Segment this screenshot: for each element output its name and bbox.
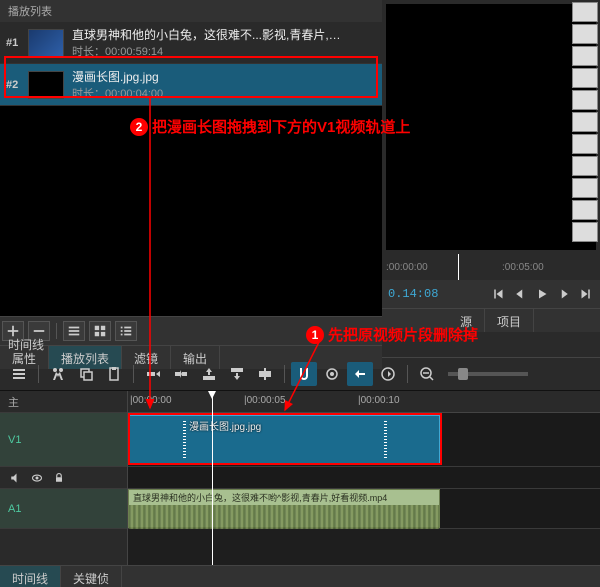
audio-clip-title: 直球男神和他的小白兔，这很难不哟^影视,青春片,好看视频.mp4 [129,490,439,505]
thumb[interactable] [572,24,598,44]
item-number: #2 [6,79,28,91]
video-clip[interactable]: 漫画长图.jpg.jpg [128,415,440,464]
thumb[interactable] [572,134,598,154]
thumb[interactable] [572,178,598,198]
playlist-controls [0,316,382,345]
skip-end-button[interactable] [578,286,594,302]
zoom-out-button[interactable] [414,362,440,386]
item-thumbnail [28,71,64,99]
item-duration: 时长：00:00:59:14 [72,43,376,59]
lift-button[interactable] [196,362,222,386]
ripple-delete-button[interactable] [168,362,194,386]
list-view-button[interactable] [63,321,85,341]
next-frame-button[interactable] [556,286,572,302]
copy-button[interactable] [73,362,99,386]
preview-ruler[interactable]: :00:00:00 :00:05:00 [382,254,600,280]
thumb[interactable] [572,46,598,66]
item-title: 直球男神和他的小白兔，这很难不...影视,青春片,好看视频.mp4 [72,26,352,43]
append-button[interactable] [140,362,166,386]
overwrite-button[interactable] [224,362,250,386]
waveform [129,505,439,529]
track-head-a1[interactable]: A1 [0,489,127,529]
snap-button[interactable] [291,362,317,386]
options-button[interactable] [115,321,137,341]
item-thumbnail [28,29,64,57]
zoom-slider[interactable] [448,372,528,376]
thumb[interactable] [572,68,598,88]
ruler-tick: :00:05:00 [502,262,544,273]
playlist-empty-area [0,106,382,316]
track-audio-controls [0,467,127,489]
audio-clip[interactable]: 直球男神和他的小白兔，这很难不哟^影视,青春片,好看视频.mp4 [128,489,440,528]
thumb[interactable] [572,222,598,242]
preview-thumbnails [570,0,600,260]
playlist-header: 播放列表 [0,0,382,22]
ruler-tick: :00:00:00 [386,262,428,273]
ruler-label: |00:00:00 [130,395,172,406]
ruler-label: |00:00:05 [244,395,286,406]
thumb[interactable] [572,2,598,22]
prev-frame-button[interactable] [512,286,528,302]
timecode-display: 0.14:08 [388,287,438,301]
clip-label: 漫画长图.jpg.jpg [189,418,261,433]
grid-view-button[interactable] [89,321,111,341]
split-button[interactable] [252,362,278,386]
tab-source[interactable]: 源 [448,309,485,332]
scrub-button[interactable] [319,362,345,386]
paste-button[interactable] [101,362,127,386]
eye-icon[interactable] [30,471,44,485]
thumb[interactable] [572,90,598,110]
cut-button[interactable] [45,362,71,386]
play-button[interactable] [534,286,550,302]
ruler-label: |00:00:10 [358,395,400,406]
preview-tabs: 源 项目 [382,308,600,332]
thumb[interactable] [572,156,598,176]
timeline-toolbar [0,357,600,391]
playlist-item-selected[interactable]: #2 漫画长图.jpg.jpg 时长：00:00:04:00 [0,64,382,106]
track-a1[interactable]: 直球男神和他的小白兔，这很难不哟^影视,青春片,好看视频.mp4 [128,489,600,529]
track-head-main: 主 [0,391,127,413]
playhead[interactable] [212,391,213,565]
thumb[interactable] [572,112,598,132]
track-v1[interactable]: 漫画长图.jpg.jpg [128,413,600,467]
thumb[interactable] [572,200,598,220]
track-spacer [128,467,600,489]
lock-icon[interactable] [52,471,66,485]
item-duration: 时长：00:00:04:00 [72,85,376,101]
preview-viewport[interactable] [386,4,596,250]
track-head-v1[interactable]: V1 [0,413,127,467]
speaker-icon[interactable] [8,471,22,485]
tab-project[interactable]: 项目 [485,309,534,332]
ripple-button[interactable] [347,362,373,386]
playlist-item[interactable]: #1 直球男神和他的小白兔，这很难不...影视,青春片,好看视频.mp4 时长：… [0,22,382,64]
ripple-all-button[interactable] [375,362,401,386]
item-number: #1 [6,37,28,49]
menu-button[interactable] [6,362,32,386]
skip-start-button[interactable] [490,286,506,302]
timeline-ruler[interactable]: |00:00:00 |00:00:05 |00:00:10 [128,391,600,413]
item-title: 漫画长图.jpg.jpg [72,68,352,85]
transport-controls: 0.14:08 [382,280,600,308]
